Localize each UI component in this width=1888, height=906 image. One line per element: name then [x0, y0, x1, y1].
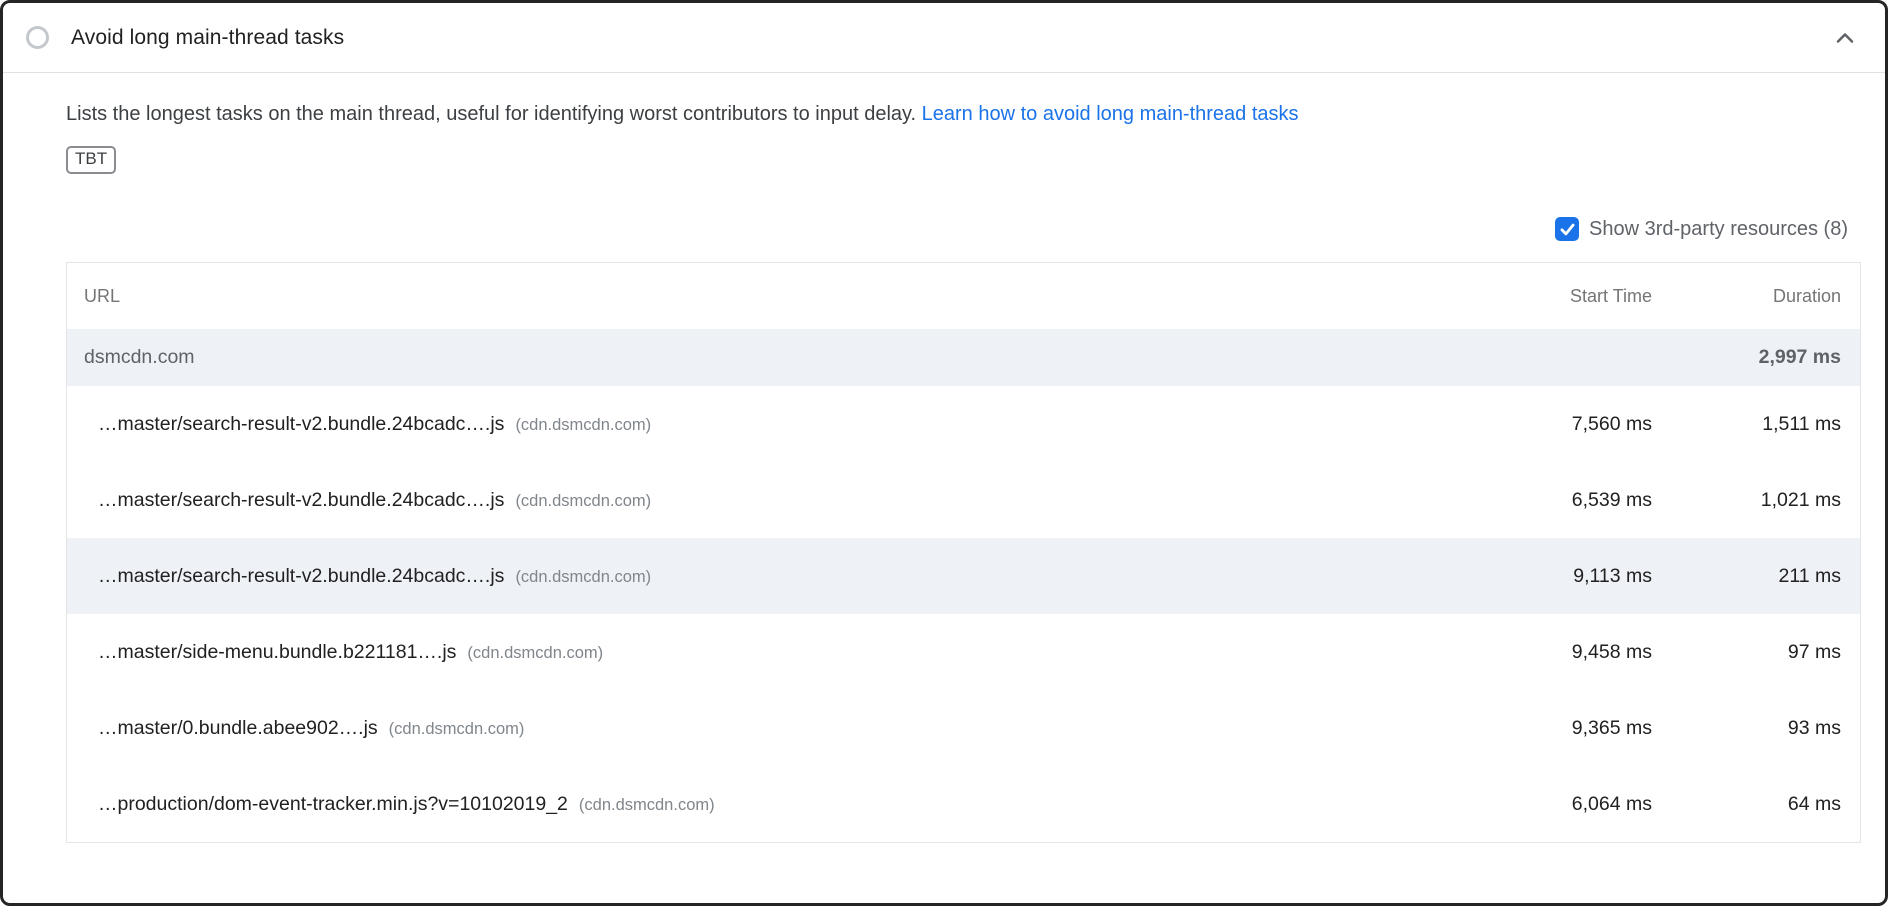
task-url: …production/dom-event-tracker.min.js?v=1… — [98, 793, 568, 816]
checkmark-icon — [1558, 220, 1577, 239]
task-origin: (cdn.dsmcdn.com) — [467, 644, 603, 663]
table-group-row: dsmcdn.com 2,997 ms — [67, 329, 1860, 386]
group-total-duration: 2,997 ms — [1652, 346, 1860, 369]
audit-title: Avoid long main-thread tasks — [71, 26, 344, 50]
task-duration: 211 ms — [1652, 565, 1860, 588]
task-url: …master/0.bundle.abee902….js — [98, 717, 378, 740]
table-row: …master/search-result-v2.bundle.24bcadc…… — [67, 538, 1860, 614]
audit-content: Lists the longest tasks on the main thre… — [3, 73, 1885, 843]
task-origin: (cdn.dsmcdn.com) — [389, 720, 525, 739]
column-header-start-time: Start Time — [1462, 286, 1652, 307]
table-row: …master/0.bundle.abee902….js (cdn.dsmcdn… — [67, 690, 1860, 766]
task-start-time: 7,560 ms — [1462, 413, 1652, 436]
long-tasks-table: URL Start Time Duration dsmcdn.com 2,997… — [66, 262, 1861, 843]
task-duration: 1,021 ms — [1652, 489, 1860, 512]
learn-more-link[interactable]: Learn how to avoid long main-thread task… — [922, 103, 1299, 125]
task-url: …master/search-result-v2.bundle.24bcadc…… — [98, 413, 504, 436]
task-url: …master/side-menu.bundle.b221181….js — [98, 641, 456, 664]
task-duration: 93 ms — [1652, 717, 1860, 740]
description-text: Lists the longest tasks on the main thre… — [66, 103, 922, 125]
table-row: …production/dom-event-tracker.min.js?v=1… — [67, 766, 1860, 842]
task-start-time: 6,064 ms — [1462, 793, 1652, 816]
column-header-url: URL — [67, 286, 1462, 307]
task-start-time: 6,539 ms — [1462, 489, 1652, 512]
task-start-time: 9,365 ms — [1462, 717, 1652, 740]
audit-description: Lists the longest tasks on the main thre… — [66, 100, 1766, 129]
neutral-score-icon — [26, 26, 49, 49]
table-row: …master/search-result-v2.bundle.24bcadc…… — [67, 462, 1860, 538]
task-start-time: 9,113 ms — [1462, 565, 1652, 588]
task-start-time: 9,458 ms — [1462, 641, 1652, 664]
chevron-up-icon[interactable] — [1831, 24, 1859, 52]
tbt-metric-badge: TBT — [66, 146, 116, 174]
task-duration: 97 ms — [1652, 641, 1860, 664]
task-url: …master/search-result-v2.bundle.24bcadc…… — [98, 565, 504, 588]
task-origin: (cdn.dsmcdn.com) — [515, 568, 651, 587]
task-url: …master/search-result-v2.bundle.24bcadc…… — [98, 489, 504, 512]
task-origin: (cdn.dsmcdn.com) — [515, 416, 651, 435]
table-row: …master/side-menu.bundle.b221181….js (cd… — [67, 614, 1860, 690]
audit-panel: Avoid long main-thread tasks Lists the l… — [0, 0, 1888, 906]
table-header-row: URL Start Time Duration — [67, 263, 1860, 329]
audit-header[interactable]: Avoid long main-thread tasks — [3, 3, 1885, 73]
task-origin: (cdn.dsmcdn.com) — [515, 492, 651, 511]
third-party-filter-label[interactable]: Show 3rd-party resources (8) — [1589, 218, 1848, 241]
task-origin: (cdn.dsmcdn.com) — [579, 796, 715, 815]
third-party-checkbox[interactable] — [1555, 217, 1579, 241]
column-header-duration: Duration — [1652, 286, 1860, 307]
table-row: …master/search-result-v2.bundle.24bcadc…… — [67, 386, 1860, 462]
group-origin-label: dsmcdn.com — [84, 346, 195, 369]
third-party-filter: Show 3rd-party resources (8) — [66, 217, 1861, 241]
task-duration: 1,511 ms — [1652, 413, 1860, 436]
task-duration: 64 ms — [1652, 793, 1860, 816]
